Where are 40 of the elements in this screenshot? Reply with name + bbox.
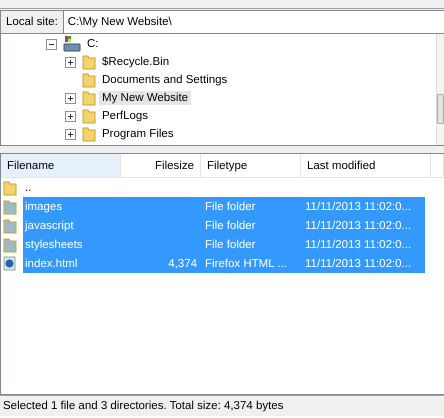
expand-icon[interactable]: [65, 110, 76, 122]
filename-cell-text: stylesheets: [24, 238, 84, 252]
modified-cell-text: 11/11/2013 11:02:0...: [304, 200, 412, 214]
folder-icon: [82, 72, 96, 88]
folder-icon: [3, 218, 17, 234]
expand-icon[interactable]: [65, 92, 76, 104]
expand-icon[interactable]: [65, 128, 76, 140]
tree-item[interactable]: $Recycle.Bin: [99, 55, 172, 69]
status-bar: Selected 1 file and 3 directories. Total size: 4,374 bytes: [0, 395, 444, 418]
filetype-cell-text: File folder: [204, 218, 256, 234]
scrollbar[interactable]: [436, 34, 444, 145]
tree-item[interactable]: My New Website: [99, 91, 192, 105]
tree-item[interactable]: C:: [84, 37, 102, 51]
filename-cell-text: ..: [24, 180, 32, 196]
folder-icon: [82, 126, 96, 142]
folder-icon: [82, 54, 96, 70]
filesize-cell-text: 4,374: [167, 256, 198, 272]
web-page-icon: [3, 256, 16, 271]
tree-item[interactable]: PerfLogs: [99, 109, 152, 123]
column-header[interactable]: Filename: [1, 154, 121, 177]
folder-icon: [3, 236, 17, 252]
tree-item[interactable]: Documents and Settings: [99, 73, 230, 87]
folder-icon: [82, 108, 96, 124]
tree-item[interactable]: Program Files: [99, 127, 177, 141]
filename-cell-text: javascript: [24, 218, 75, 234]
modified-cell-text: 11/11/2013 11:02:0...: [304, 238, 412, 252]
folder-icon: [3, 180, 17, 196]
modified-cell-text: 11/11/2013 11:02:0...: [304, 256, 412, 272]
filename-cell-text: images: [24, 200, 64, 214]
filename-cell-text: index.html: [24, 256, 78, 272]
modified-cell-text: 11/11/2013 11:02:0...: [304, 218, 412, 234]
collapse-icon[interactable]: [46, 38, 57, 50]
file-row[interactable]: ..: [23, 178, 425, 197]
expand-icon[interactable]: [65, 56, 76, 68]
folder-icon: [3, 198, 17, 214]
drive-icon: [63, 36, 81, 52]
filetype-cell-text: File folder: [204, 238, 256, 252]
folder-icon: [82, 90, 96, 106]
filetype-cell-text: Firefox HTML ...: [204, 256, 288, 272]
filetype-cell-text: File folder: [204, 200, 256, 214]
